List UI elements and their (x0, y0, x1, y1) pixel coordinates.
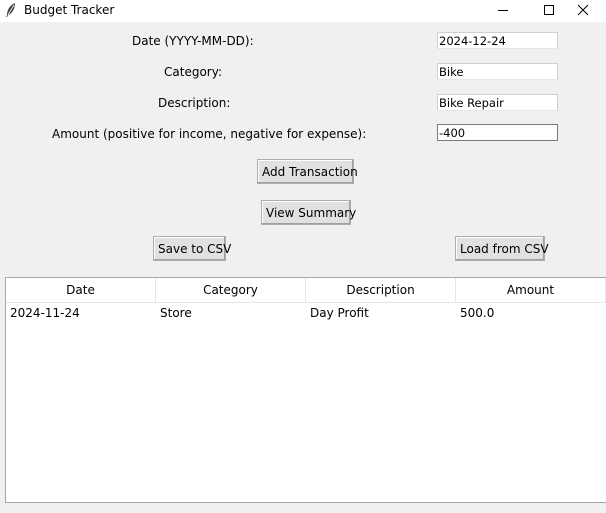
category-label: Category: (164, 65, 222, 79)
amount-label: Amount (positive for income, negative fo… (52, 127, 367, 141)
column-header-date[interactable]: Date (6, 278, 156, 302)
date-field[interactable] (437, 32, 558, 49)
load-from-csv-button[interactable]: Load from CSV (455, 236, 549, 261)
table-header: Date Category Description Amount (6, 278, 606, 303)
cell-amount: 500.0 (460, 306, 495, 320)
title-bar[interactable]: Budget Tracker (0, 0, 606, 22)
category-field[interactable] (437, 63, 558, 80)
table-row[interactable]: 2024-11-24 Store Day Profit 500.0 (6, 303, 606, 323)
column-header-amount[interactable]: Amount (456, 278, 606, 302)
amount-field[interactable] (437, 124, 558, 141)
close-icon (577, 4, 589, 19)
column-header-description[interactable]: Description (306, 278, 456, 302)
cell-description: Day Profit (310, 306, 369, 320)
description-field[interactable] (437, 94, 558, 111)
description-label: Description: (158, 96, 231, 110)
minimize-button[interactable] (480, 0, 526, 22)
maximize-icon (543, 4, 555, 19)
feather-icon (4, 2, 18, 18)
view-summary-button[interactable]: View Summary (261, 200, 356, 225)
budget-tracker-window: Budget Tracker Date (YYYY-MM-DD): Catego… (0, 0, 606, 513)
date-label: Date (YYYY-MM-DD): (132, 34, 254, 48)
window-title: Budget Tracker (24, 3, 115, 17)
minimize-icon (497, 4, 509, 19)
add-transaction-button[interactable]: Add Transaction (257, 159, 358, 184)
close-button[interactable] (560, 0, 606, 22)
cell-date: 2024-11-24 (10, 306, 80, 320)
save-to-csv-button[interactable]: Save to CSV (153, 236, 231, 261)
column-header-category[interactable]: Category (156, 278, 306, 302)
transactions-table[interactable]: Date Category Description Amount 2024-11… (5, 277, 606, 503)
cell-category: Store (160, 306, 192, 320)
